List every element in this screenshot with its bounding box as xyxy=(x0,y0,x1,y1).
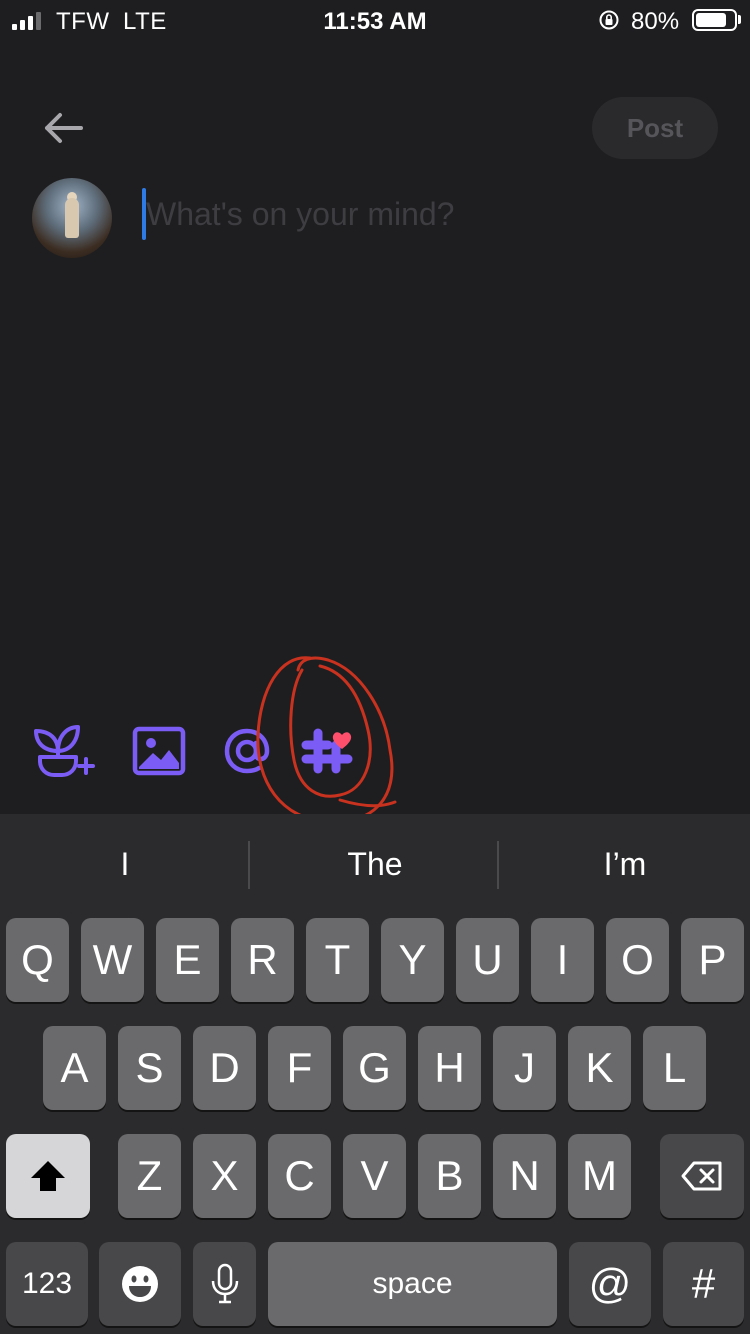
at-key[interactable]: @ xyxy=(569,1242,651,1326)
mention-button[interactable] xyxy=(214,718,280,784)
dictation-key[interactable] xyxy=(193,1242,256,1326)
key-c[interactable]: C xyxy=(268,1134,331,1218)
avatar xyxy=(32,178,112,258)
hashtag-heart-icon xyxy=(301,728,353,774)
microphone-icon xyxy=(211,1263,238,1304)
back-button[interactable] xyxy=(38,105,88,151)
suggestion-3[interactable]: I’m xyxy=(500,814,750,914)
mention-at-icon xyxy=(224,728,270,774)
composer-input[interactable] xyxy=(146,190,566,238)
delete-key[interactable] xyxy=(660,1134,744,1218)
suggestion-divider xyxy=(497,841,499,889)
key-e[interactable]: E xyxy=(156,918,219,1002)
key-v[interactable]: V xyxy=(343,1134,406,1218)
shift-key[interactable] xyxy=(6,1134,90,1218)
hash-key[interactable]: # xyxy=(663,1242,744,1326)
add-image-button[interactable] xyxy=(126,718,192,784)
orientation-lock-icon xyxy=(599,10,619,30)
shift-arrow-icon xyxy=(31,1161,65,1191)
numbers-key[interactable]: 123 xyxy=(6,1242,88,1326)
key-j[interactable]: J xyxy=(493,1026,556,1110)
post-button[interactable]: Post xyxy=(592,97,718,159)
key-a[interactable]: A xyxy=(43,1026,106,1110)
key-q[interactable]: Q xyxy=(6,918,69,1002)
backspace-icon xyxy=(681,1161,722,1191)
avatar-figure-body xyxy=(65,198,79,238)
emoji-smiley-icon xyxy=(122,1266,158,1302)
space-key[interactable]: space xyxy=(268,1242,557,1326)
plant-add-icon xyxy=(34,725,95,777)
battery-icon xyxy=(692,9,737,31)
key-p[interactable]: P xyxy=(681,918,744,1002)
arrow-left-icon xyxy=(45,113,83,143)
key-f[interactable]: F xyxy=(268,1026,331,1110)
key-u[interactable]: U xyxy=(456,918,519,1002)
key-h[interactable]: H xyxy=(418,1026,481,1110)
key-r[interactable]: R xyxy=(231,918,294,1002)
emoji-key[interactable] xyxy=(99,1242,181,1326)
status-bar: TFW LTE 11:53 AM 80% xyxy=(0,0,750,40)
battery-percent: 80% xyxy=(631,8,680,35)
key-g[interactable]: G xyxy=(343,1026,406,1110)
hashtag-button[interactable] xyxy=(296,718,362,784)
battery-level xyxy=(696,13,726,27)
suggestion-bar: I The I’m xyxy=(0,814,750,914)
image-icon xyxy=(132,726,186,776)
key-m[interactable]: M xyxy=(568,1134,631,1218)
add-plant-button[interactable] xyxy=(30,718,96,784)
key-s[interactable]: S xyxy=(118,1026,181,1110)
key-k[interactable]: K xyxy=(568,1026,631,1110)
suggestion-2[interactable]: The xyxy=(250,814,500,914)
keyboard: I The I’m Q W E R T Y U I O P A S D F G … xyxy=(0,814,750,1334)
battery-nub xyxy=(738,15,741,24)
key-n[interactable]: N xyxy=(493,1134,556,1218)
key-l[interactable]: L xyxy=(643,1026,706,1110)
key-x[interactable]: X xyxy=(193,1134,256,1218)
key-z[interactable]: Z xyxy=(118,1134,181,1218)
key-o[interactable]: O xyxy=(606,918,669,1002)
key-i[interactable]: I xyxy=(531,918,594,1002)
key-t[interactable]: T xyxy=(306,918,369,1002)
key-w[interactable]: W xyxy=(81,918,144,1002)
suggestion-1[interactable]: I xyxy=(0,814,250,914)
key-y[interactable]: Y xyxy=(381,918,444,1002)
key-b[interactable]: B xyxy=(418,1134,481,1218)
key-d[interactable]: D xyxy=(193,1026,256,1110)
